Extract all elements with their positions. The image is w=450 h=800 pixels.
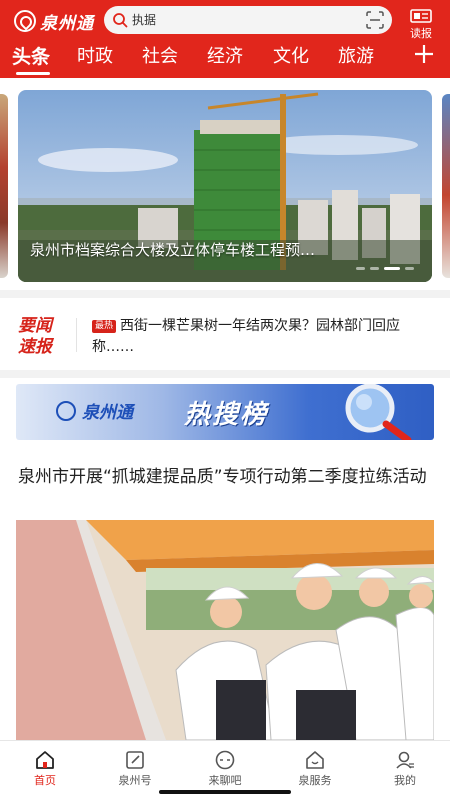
nav-chat-label: 来聊吧 — [208, 774, 242, 787]
section-divider — [0, 370, 450, 378]
banner-carousel[interactable]: 泉州市档案综合大楼及立体停车楼工程预… — [0, 88, 450, 284]
search-placeholder: 执据 — [132, 13, 157, 27]
news-flash[interactable]: 要闻 速报 西街一棵芒果树一年结两次果？园林部门回应称…… 最热 — [0, 300, 450, 366]
home-indicator — [159, 790, 291, 794]
read-newspaper-button[interactable]: 读报 — [404, 8, 438, 40]
app-logo[interactable]: 泉州通 — [14, 8, 94, 34]
carousel-dot-active — [384, 267, 400, 270]
chat-24-icon — [215, 750, 235, 770]
news-flash-logo: 要闻 速报 — [18, 316, 64, 358]
scan-icon[interactable] — [366, 11, 384, 29]
nav-home-label: 首页 — [34, 774, 56, 787]
nav-profile[interactable]: 我的 — [370, 749, 440, 789]
tab-society[interactable]: 社会 — [142, 44, 178, 70]
nav-services[interactable]: 泉服务 — [280, 749, 350, 789]
carousel-prev-peek — [0, 94, 8, 278]
tab-culture[interactable]: 文化 — [273, 44, 309, 70]
nav-quanzhou-account[interactable]: 泉州号 — [100, 749, 170, 789]
section-divider — [0, 290, 450, 298]
nav-chat[interactable]: 来聊吧 — [190, 749, 260, 789]
newspaper-icon — [410, 9, 432, 23]
tab-politics[interactable]: 时政 — [77, 44, 113, 70]
magnifier-icon — [345, 384, 412, 440]
logo-icon — [14, 10, 36, 32]
app-header: 泉州通 执据 读报 头条 时政 社会 经济 文化 旅游 — [0, 0, 450, 78]
news-flash-headline[interactable]: 西街一棵芒果树一年结两次果？园林部门回应称…… — [92, 316, 436, 358]
service-icon — [306, 751, 324, 769]
search-bar[interactable]: 执据 — [104, 6, 392, 34]
logo-text: 泉州通 — [40, 13, 94, 34]
nav-services-label: 泉服务 — [298, 774, 332, 787]
nav-home[interactable]: 首页 — [10, 749, 80, 789]
hot-search-title: 热搜榜 — [184, 400, 269, 430]
hot-badge: 最热 — [92, 320, 117, 333]
edit-icon — [126, 751, 144, 769]
tab-travel[interactable]: 旅游 — [338, 44, 374, 70]
news-flash-divider — [76, 318, 77, 352]
home-icon — [36, 751, 54, 769]
inspection-photo — [16, 520, 434, 740]
carousel-next-peek — [442, 94, 450, 278]
carousel-dots — [356, 267, 414, 270]
carousel-dot — [356, 267, 365, 270]
top-bar: 泉州通 执据 读报 — [0, 6, 450, 40]
news-flash-logo-line2: 速报 — [18, 337, 52, 357]
tab-headlines[interactable]: 头条 — [12, 44, 50, 70]
nav-profile-label: 我的 — [394, 774, 416, 787]
banner-caption[interactable]: 泉州市档案综合大楼及立体停车楼工程预… — [30, 239, 420, 260]
tab-economy[interactable]: 经济 — [207, 44, 243, 70]
banner-slide[interactable]: 泉州市档案综合大楼及立体停车楼工程预… — [18, 90, 432, 282]
logo-icon — [56, 400, 76, 421]
active-tab-indicator — [16, 72, 50, 75]
article-image[interactable] — [16, 520, 434, 740]
search-icon — [110, 10, 130, 30]
profile-icon — [396, 751, 414, 769]
category-tabs: 头条 时政 社会 经济 文化 旅游 — [0, 40, 450, 78]
read-newspaper-label: 读报 — [410, 27, 432, 40]
news-flash-logo-line1: 要闻 — [18, 316, 52, 336]
carousel-dot — [405, 267, 414, 270]
article-title[interactable]: 泉州市开展“抓城建提品质”专项行动第二季度拉练活动 — [18, 464, 434, 490]
hot-search-banner[interactable]: 泉州通 热搜榜 — [16, 384, 434, 440]
nav-quanzhou-account-label: 泉州号 — [118, 774, 152, 787]
hot-search-logo: 泉州通 — [56, 398, 133, 423]
carousel-dot — [370, 267, 379, 270]
hot-search-logo-text: 泉州通 — [82, 403, 133, 423]
add-channel-icon[interactable] — [414, 44, 434, 64]
